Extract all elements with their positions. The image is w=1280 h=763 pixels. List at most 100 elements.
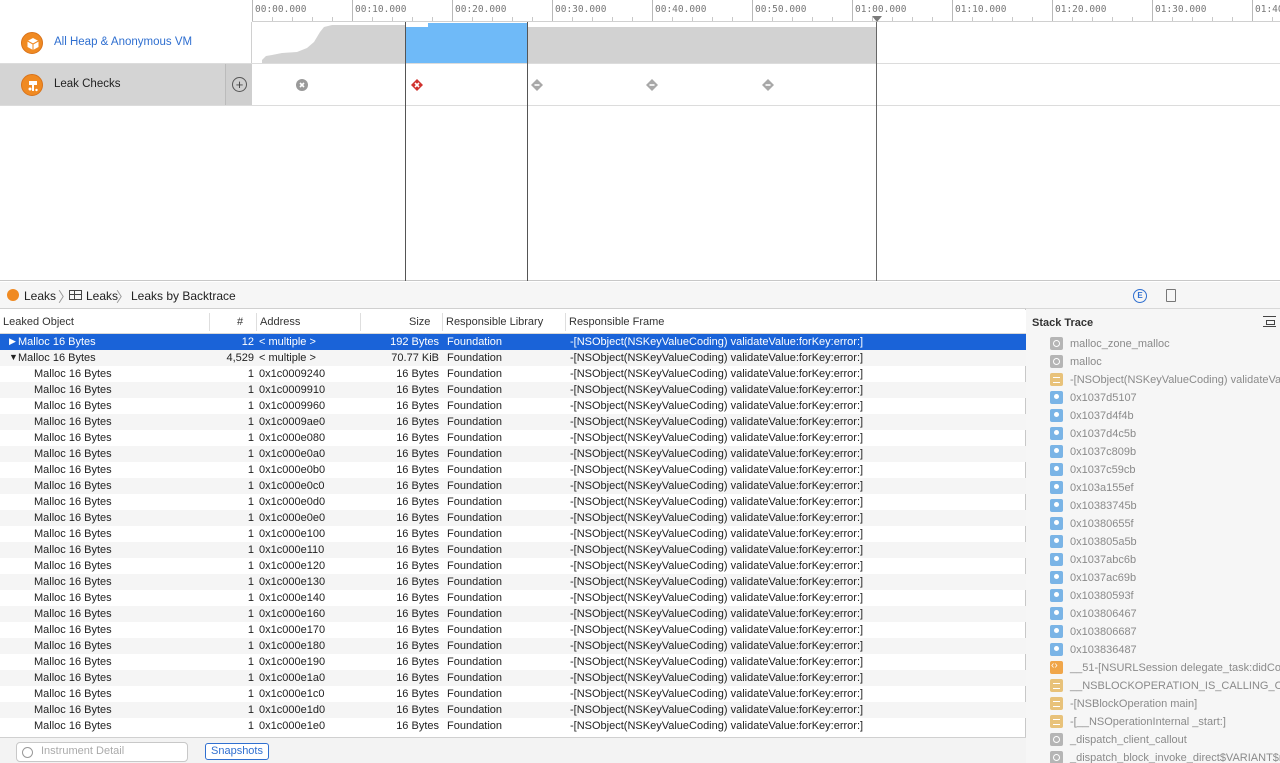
track-area[interactable]: [252, 22, 1280, 281]
table-row[interactable]: Malloc 16 Bytes 1 0x1c000e0b0 16 Bytes Found…: [0, 462, 1026, 478]
stack-frame[interactable]: 0x103806687: [1026, 623, 1280, 641]
table-row[interactable]: Malloc 16 Bytes 1 0x1c000e080 16 Bytes Found…: [0, 430, 1026, 446]
table-row[interactable]: Malloc 16 Bytes 1 0x1c000e0e0 16 Bytes Found…: [0, 510, 1026, 526]
stack-frame[interactable]: __51-[NSURLSession delegate_task:didComp…: [1026, 659, 1280, 677]
table-row[interactable]: Malloc 16 Bytes 1 0x1c000e170 16 Bytes Found…: [0, 622, 1026, 638]
column-divider[interactable]: [442, 313, 443, 331]
stack-frame[interactable]: 0x1037d4f4b: [1026, 407, 1280, 425]
table-row[interactable]: Malloc 16 Bytes 1 0x1c000e0c0 16 Bytes Found…: [0, 478, 1026, 494]
stack-frame[interactable]: 0x1037ac69b: [1026, 569, 1280, 587]
stack-frame[interactable]: 0x10383745b: [1026, 497, 1280, 515]
column-divider[interactable]: [209, 313, 210, 331]
table-row[interactable]: ▼ Malloc 16 Bytes 4,529 < multiple > 70.77 K…: [0, 350, 1026, 366]
disclosure-open-icon[interactable]: ▼: [9, 352, 18, 362]
table-row[interactable]: Malloc 16 Bytes 1 0x1c000e140 16 Bytes Found…: [0, 590, 1026, 606]
add-instrument-button[interactable]: +: [225, 64, 252, 105]
cell-address: 0x1c000e160: [259, 608, 326, 620]
column-divider[interactable]: [360, 313, 361, 331]
column-size[interactable]: Size: [409, 316, 430, 328]
stack-frame[interactable]: _dispatch_client_callout: [1026, 731, 1280, 749]
breadcrumb-item-leaks[interactable]: Leaks: [24, 289, 56, 303]
stack-frame[interactable]: 0x103836487: [1026, 641, 1280, 659]
stack-frame[interactable]: 0x1037c59cb: [1026, 461, 1280, 479]
minor-tick: [292, 17, 293, 21]
stack-frame[interactable]: malloc: [1026, 353, 1280, 371]
stack-frame[interactable]: 0x1037abc6b: [1026, 551, 1280, 569]
stack-frame[interactable]: 0x1037d4c5b: [1026, 425, 1280, 443]
stack-frame[interactable]: 0x103a155ef: [1026, 479, 1280, 497]
column-divider[interactable]: [565, 313, 566, 331]
table-row[interactable]: Malloc 16 Bytes 1 0x1c000e160 16 Bytes Found…: [0, 606, 1026, 622]
stack-frame[interactable]: 0x1037c809b: [1026, 443, 1280, 461]
table-row[interactable]: Malloc 16 Bytes 1 0x1c000e120 16 Bytes Found…: [0, 558, 1026, 574]
column-responsible-frame[interactable]: Responsible Frame: [569, 316, 664, 328]
stack-trace-list[interactable]: malloc_zone_malloc malloc -[NSObject(NSKey…: [1026, 335, 1280, 763]
table-row[interactable]: Malloc 16 Bytes 1 0x1c000e100 16 Bytes Found…: [0, 526, 1026, 542]
table-row[interactable]: Malloc 16 Bytes 1 0x1c0009240 16 Bytes Found…: [0, 366, 1026, 382]
table-row[interactable]: Malloc 16 Bytes 1 0x1c000e1d0 16 Bytes Found…: [0, 702, 1026, 718]
leak-check-failed-icon[interactable]: [410, 78, 424, 92]
breadcrumb-item-leaks-by-backtrace[interactable]: Leaks by Backtrace: [131, 289, 236, 303]
stack-frame[interactable]: 0x103805a5b: [1026, 533, 1280, 551]
table-row[interactable]: Malloc 16 Bytes 1 0x1c0009960 16 Bytes Found…: [0, 398, 1026, 414]
minor-tick: [332, 17, 333, 21]
disclosure-closed-icon[interactable]: ▶: [9, 336, 16, 347]
leak-check-icon[interactable]: [295, 78, 309, 92]
cell-responsible-frame: -[NSObject(NSKeyValueCoding) validateVal…: [570, 688, 864, 700]
stack-frame[interactable]: __NSBLOCKOPERATION_IS_CALLING_OUT_TO_A_B…: [1026, 677, 1280, 695]
inspection-range-start[interactable]: [405, 22, 406, 281]
minor-tick: [272, 17, 273, 21]
table-row[interactable]: Malloc 16 Bytes 1 0x1c000e0a0 16 Bytes Found…: [0, 446, 1026, 462]
playhead-line[interactable]: [876, 22, 877, 281]
filter-input[interactable]: [41, 745, 181, 757]
table-row[interactable]: Malloc 16 Bytes 1 0x1c0009910 16 Bytes Found…: [0, 382, 1026, 398]
column-responsible-library[interactable]: Responsible Library: [446, 316, 543, 328]
column-leaked-object[interactable]: Leaked Object: [3, 316, 74, 328]
stack-frame[interactable]: -[__NSOperationInternal _start:]: [1026, 713, 1280, 731]
user-code-icon: [1050, 535, 1063, 548]
table-row[interactable]: Malloc 16 Bytes 1 0x1c000e1e0 16 Bytes Found…: [0, 718, 1026, 734]
stack-frame[interactable]: -[NSBlockOperation main]: [1026, 695, 1280, 713]
stack-frame[interactable]: 0x103806467: [1026, 605, 1280, 623]
breadcrumb-item-leaks-table[interactable]: Leaks: [86, 289, 118, 303]
leak-check-no-new-icon[interactable]: [645, 78, 659, 92]
track-leaks[interactable]: Leak Checks +: [0, 64, 252, 106]
stack-frame[interactable]: _dispatch_block_invoke_direct$VARIANT$mp: [1026, 749, 1280, 763]
cell-leaked-object: Malloc 16 Bytes: [34, 608, 112, 620]
stack-frame[interactable]: -[NSObject(NSKeyValueCoding) validateVal…: [1026, 371, 1280, 389]
track-allocations[interactable]: All Heap & Anonymous VM: [0, 22, 252, 64]
minor-tick: [732, 17, 733, 21]
table-row[interactable]: Malloc 16 Bytes 1 0x1c000e110 16 Bytes Found…: [0, 542, 1026, 558]
stack-frame[interactable]: malloc_zone_malloc: [1026, 335, 1280, 353]
stack-frame[interactable]: 0x1037d5107: [1026, 389, 1280, 407]
inspection-range-end[interactable]: [527, 22, 528, 281]
leak-check-no-new-icon[interactable]: [530, 78, 544, 92]
table-row[interactable]: Malloc 16 Bytes 1 0x1c000e1a0 16 Bytes Found…: [0, 670, 1026, 686]
minor-tick: [492, 17, 493, 21]
snapshots-button[interactable]: Snapshots: [205, 743, 269, 760]
leak-check-no-new-icon[interactable]: [761, 78, 775, 92]
time-ruler[interactable]: 00:00.000 00:10.000 00:20.000 00:30.000 00:4…: [252, 0, 1280, 22]
table-row[interactable]: Malloc 16 Bytes 1 0x1c000e1c0 16 Bytes Found…: [0, 686, 1026, 702]
table-row[interactable]: Malloc 16 Bytes 1 0x1c000e180 16 Bytes Found…: [0, 638, 1026, 654]
instrument-detail-filter[interactable]: [16, 742, 188, 762]
column-divider[interactable]: [256, 313, 257, 331]
stack-frame[interactable]: 0x10380593f: [1026, 587, 1280, 605]
cell-responsible-library: Foundation: [447, 528, 503, 540]
leaks-table[interactable]: ▶ Malloc 16 Bytes 12 < multiple >192 Bytes F…: [0, 334, 1026, 735]
table-row[interactable]: Malloc 16 Bytes 1 0x1c000e130 16 Bytes Found…: [0, 574, 1026, 590]
stack-frame[interactable]: 0x10380655f: [1026, 515, 1280, 533]
column-count[interactable]: #: [237, 316, 243, 328]
table-row[interactable]: Malloc 16 Bytes 1 0x1c0009ae0 16 Bytes Found…: [0, 414, 1026, 430]
table-row[interactable]: Malloc 16 Bytes 1 0x1c000e190 16 Bytes Found…: [0, 654, 1026, 670]
document-icon[interactable]: [1166, 289, 1176, 302]
extended-detail-icon[interactable]: E: [1133, 289, 1147, 303]
breadcrumb: Leaks 〉 Leaks 〉 Leaks by Backtrace: [0, 282, 1026, 309]
leaks-icon: [21, 74, 43, 96]
table-row[interactable]: Malloc 16 Bytes 1 0x1c000e0d0 16 Bytes Found…: [0, 494, 1026, 510]
stack-options-icon[interactable]: [1263, 316, 1276, 327]
table-row[interactable]: ▶ Malloc 16 Bytes 12 < multiple > 192 Bytes F…: [0, 334, 1026, 350]
column-address[interactable]: Address: [260, 316, 300, 328]
cell-leaked-object: Malloc 16 Bytes: [34, 544, 112, 556]
time-tick-label: 01:10.000: [952, 0, 1006, 21]
